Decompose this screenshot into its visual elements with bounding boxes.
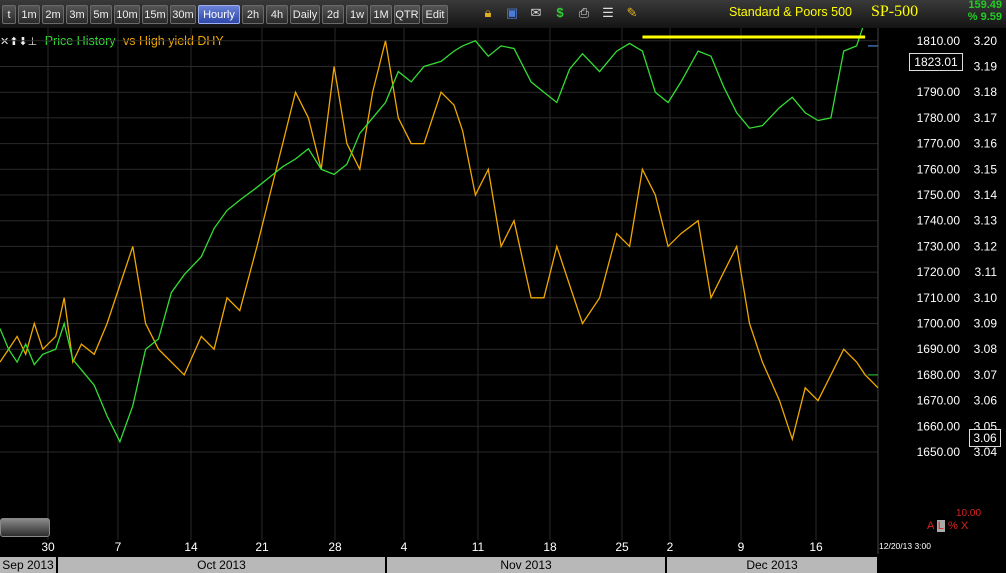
yield-tick-label: 3.07 (974, 368, 998, 382)
timeframe-button[interactable]: 2m (42, 5, 64, 24)
yield-tick-label: 3.19 (974, 60, 998, 74)
x-tick-label: 18 (543, 540, 557, 554)
yield-axis-labels: 3.043.053.063.073.083.093.103.113.123.13… (974, 34, 998, 459)
price-tick-label: 1700.00 (917, 317, 961, 331)
change-percent: % 9.59 (967, 11, 1002, 23)
price-tick-label: 1660.00 (917, 419, 961, 433)
scroll-handle[interactable] (0, 518, 50, 537)
price-tick-label: 1680.00 (917, 368, 961, 382)
timeframe-button[interactable]: 3m (66, 5, 88, 24)
price-tick-label: 1760.00 (917, 162, 961, 176)
axis-mode-a[interactable]: A (927, 520, 934, 532)
timeframe-button[interactable]: t (2, 5, 16, 24)
yield-tick-label: 3.04 (974, 445, 998, 459)
yield-tick-label: 3.20 (974, 34, 998, 48)
yield-tick-label: 3.06 (974, 394, 998, 408)
axis-mode-percent[interactable]: % (948, 520, 958, 532)
x-tick-label: 25 (615, 540, 629, 554)
timeframe-button[interactable]: 4h (266, 5, 288, 24)
timeframe-button[interactable]: 10m (114, 5, 140, 24)
print-icon[interactable]: ⎙ (576, 5, 592, 21)
price-tick-label: 1670.00 (917, 394, 961, 408)
axis-mode-l[interactable]: L (936, 520, 945, 532)
price-tick-label: 1790.00 (917, 85, 961, 99)
yield-tick-label: 3.10 (974, 291, 998, 305)
x-tick-label: 9 (738, 540, 745, 554)
price-tick-label: 1740.00 (917, 214, 961, 228)
x-tick-label: 28 (328, 540, 342, 554)
x-tick-labels: 30 7 14 21 28 4 11 18 25 2 9 16 (41, 540, 823, 554)
x-tick-label: 14 (184, 540, 198, 554)
timeframe-button[interactable]: 2h (242, 5, 264, 24)
axis-mode-controls: A L % X (927, 520, 968, 532)
month-segment: Sep 2013 (0, 557, 56, 573)
timeframe-button[interactable]: Hourly (198, 5, 240, 24)
timeframe-button[interactable]: 1m (18, 5, 40, 24)
timeframe-button[interactable]: QTR (394, 5, 420, 24)
price-tick-label: 1810.00 (917, 34, 961, 48)
x-tick-label: 11 (472, 540, 485, 554)
form-icon[interactable]: ☰ (600, 5, 616, 21)
timeframe-button[interactable]: Edit (422, 5, 448, 24)
price-tick-label: 1710.00 (917, 291, 961, 305)
change-value: 159.49 (968, 0, 1002, 11)
gridlines (0, 28, 879, 554)
series-line-dhy (0, 40, 879, 442)
x-tick-label: 2 (667, 540, 674, 554)
series-lines (0, 28, 879, 444)
series-line-price (0, 28, 864, 444)
month-segment: Dec 2013 (667, 557, 877, 573)
timeframe-button[interactable]: Daily (290, 5, 320, 24)
yield-tick-label: 3.18 (974, 85, 998, 99)
price-tick-label: 1730.00 (917, 239, 961, 253)
current-price-box: 1823.01 (909, 53, 963, 71)
yield-tick-label: 3.08 (974, 342, 998, 356)
pencil-icon[interactable]: ✎ (624, 5, 640, 21)
timeframe-button[interactable]: 5m (90, 5, 112, 24)
price-tick-label: 1690.00 (917, 342, 961, 356)
price-tick-label: 1770.00 (917, 137, 961, 151)
yield-tick-label: 3.17 (974, 111, 998, 125)
yield-tick-label: 3.15 (974, 162, 998, 176)
month-segment: Nov 2013 (387, 557, 665, 573)
x-tick-label: 16 (809, 540, 823, 554)
yield-tick-label: 3.09 (974, 317, 998, 331)
lock-icon[interactable]: 🔒︎ (480, 5, 496, 21)
timeframe-button[interactable]: 2d (322, 5, 344, 24)
mail-icon[interactable]: ✉ (528, 5, 544, 21)
timeframe-button[interactable]: 30m (170, 5, 196, 24)
price-axis-labels: 1650.00 1660.00 1670.00 1680.00 1690.00 1700.… (917, 34, 961, 459)
symbol-ticker: SP-500 (871, 3, 919, 20)
chart-area: 30 7 14 21 28 4 11 18 25 2 9 16 1650.00 1660.00 1670.… (0, 28, 998, 554)
x-tick-label: 21 (255, 540, 269, 554)
last-date-label: 12/20/13 3:00 (879, 541, 931, 551)
month-bar: Sep 2013 Oct 2013 Nov 2013 Dec 2013 (0, 557, 1006, 573)
yield-tick-label: 3.12 (974, 239, 998, 253)
yield-tick-label: 3.13 (974, 214, 998, 228)
price-tick-label: 1780.00 (917, 111, 961, 125)
toolbar: t 1m 2m 3m 5m 10m 15m 30m Hourly 2h 4h Daily 2d 1w 1M Q… (0, 0, 1006, 28)
axis-mode-x[interactable]: X (961, 520, 968, 532)
x-tick-label: 4 (401, 540, 408, 554)
timeframe-button[interactable]: 1M (370, 5, 392, 24)
yield-tick-label: 3.11 (975, 265, 998, 279)
price-tick-label: 1650.00 (917, 445, 961, 459)
timeframe-button[interactable]: 1w (346, 5, 368, 24)
current-yield-box: 3.06 (969, 429, 1001, 447)
symbol-name: Standard & Poors 500 (729, 5, 852, 19)
month-segment: Oct 2013 (58, 557, 385, 573)
dollar-icon[interactable]: $ (552, 5, 568, 21)
yield-tick-label: 3.14 (974, 188, 998, 202)
x-tick-label: 30 (41, 540, 55, 554)
price-tick-label: 1750.00 (917, 188, 961, 202)
save-icon[interactable]: ▣ (504, 5, 520, 21)
x-tick-label: 7 (115, 540, 122, 554)
timeframe-button[interactable]: 15m (142, 5, 168, 24)
scale-value: 10.00 (956, 508, 982, 519)
yield-tick-label: 3.16 (974, 137, 998, 151)
price-tick-label: 1720.00 (917, 265, 961, 279)
